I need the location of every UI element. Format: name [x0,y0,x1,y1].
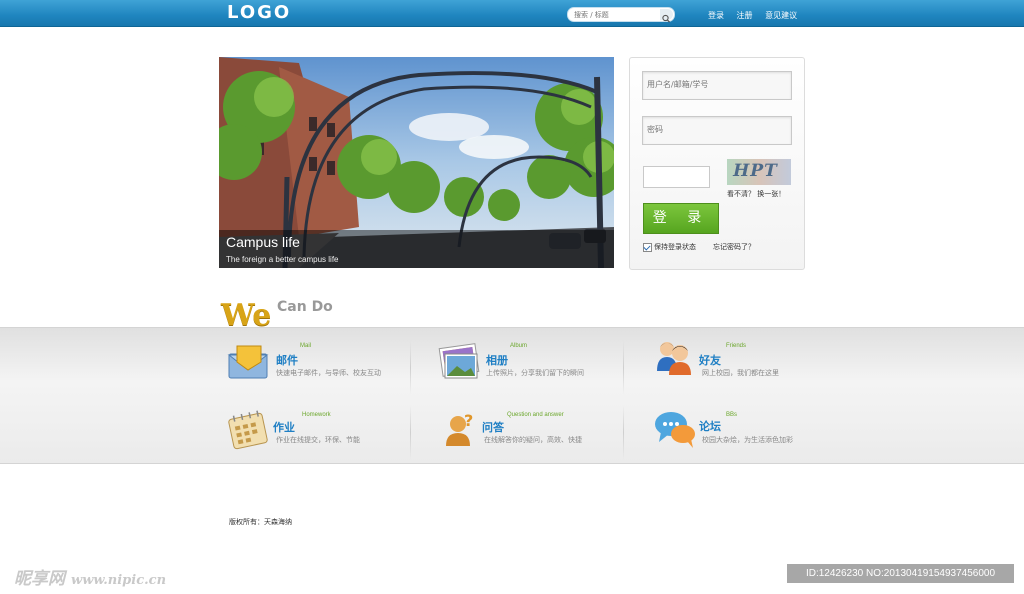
feature-album[interactable]: Album 相册 上传照片，分享我们留下的瞬间 [437,340,637,400]
top-links: 登录 注册 意见建议 [708,10,807,21]
watermark-id: ID:12426230 NO:20130419154937456000 [787,564,1014,583]
captcha-refresh-link[interactable]: 看不清？ 换一张！ [727,189,785,199]
calendar-icon [228,410,268,450]
feature-forum-title[interactable]: 论坛 [699,418,721,434]
svg-text:?: ? [464,411,473,430]
password-input[interactable] [643,117,791,142]
username-field-box [642,71,792,100]
captcha-code: HPT [730,161,780,181]
feature-friends[interactable]: Friends 好友 网上校园，我们都在这里 [653,337,853,397]
password-field-box [642,116,792,145]
feature-homework-desc: 作业在线提交，环保、节能 [276,436,360,444]
feature-mail-en: Mail [300,343,312,349]
chat-bubbles-icon [655,412,695,448]
feature-qa-title[interactable]: 问答 [482,419,504,435]
logo[interactable]: LOGO [227,2,291,23]
feature-forum[interactable]: BBs 论坛 校园大杂烩，为生活添色加彩 [653,408,853,468]
feature-forum-desc: 校园大杂烩，为生活添色加彩 [702,436,793,444]
search-icon[interactable] [660,9,673,23]
feature-friends-desc: 网上校园，我们都在这里 [702,369,779,377]
forgot-password-link[interactable]: 忘记密码了？ [713,242,755,252]
watermark-site-name: 昵享网 [14,569,65,589]
banner-subtitle: The foreign a better campus life [226,255,339,264]
can-do-heading: Can Do [277,299,333,315]
remember-label: 保持登录状态 [654,243,696,251]
question-person-icon: ? [446,411,473,446]
copyright: 版权所有：天森海纳 [229,518,292,526]
remember-me[interactable]: 保持登录状态 [643,242,696,252]
album-icon [438,343,480,379]
feature-homework[interactable]: Homework 作业 作业在线提交，环保、节能 [227,408,427,468]
watermark-left: 昵享网 www.nipic.cn [14,564,166,589]
feature-mail-title[interactable]: 邮件 [276,352,298,368]
username-input[interactable] [643,72,791,97]
feature-homework-en: Homework [302,412,331,418]
campus-banner[interactable]: Campus life The foreign a better campus … [219,57,614,268]
feature-qa-desc: 在线解答你的疑问，高效、快捷 [484,436,582,444]
search-box[interactable] [567,7,675,23]
login-link[interactable]: 登录 [708,11,724,20]
remember-checkbox[interactable] [643,242,652,252]
feature-qa-en: Question and answer [507,412,564,418]
mail-icon [227,345,269,379]
we-heading: We [221,298,272,333]
feature-album-en: Album [510,343,528,349]
friends-icon [657,342,691,375]
banner-title: Campus life [226,234,300,250]
login-button[interactable]: 登 录 [643,203,719,234]
top-bar: LOGO 登录 注册 意见建议 [0,0,1024,27]
feature-friends-en: Friends [726,343,747,349]
feature-forum-en: BBs [726,412,738,418]
login-panel: HPT 看不清？ 换一张！ 登 录 保持登录状态 忘记密码了？ [629,57,805,270]
feature-album-desc: 上传照片，分享我们留下的瞬间 [486,369,584,377]
feature-mail[interactable]: Mail 邮件 快速电子邮件，与导师、校友互动 [227,340,427,400]
register-link[interactable]: 注册 [737,11,753,20]
captcha-input[interactable] [643,166,710,188]
watermark-url: www.nipic.cn [71,573,167,588]
feature-qa[interactable]: ? Question and answer 问答 在线解答你的疑问，高效、快捷 [440,408,640,468]
feedback-link[interactable]: 意见建议 [765,11,797,20]
search-input[interactable] [574,8,654,21]
feature-homework-title[interactable]: 作业 [273,419,295,435]
feature-mail-desc: 快速电子邮件，与导师、校友互动 [276,369,381,377]
feature-album-title[interactable]: 相册 [486,352,508,368]
captcha-image[interactable]: HPT [727,159,791,185]
feature-friends-title[interactable]: 好友 [699,352,721,368]
